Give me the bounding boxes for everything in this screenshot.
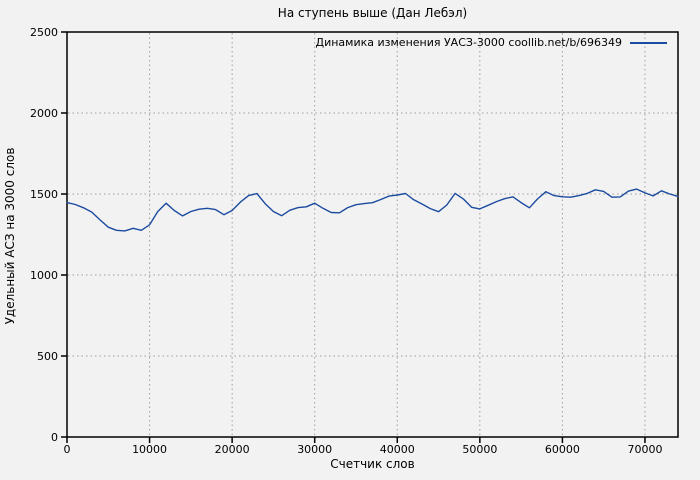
plot-canvas: Удельный АСЗ на 3000 слов 0 500 1000 1500 20…	[3, 26, 679, 456]
legend-line-sample	[630, 41, 667, 44]
y-tick-label: 1000	[30, 269, 58, 282]
x-tick-label: 10000	[132, 443, 167, 456]
x-tick-label: 50000	[462, 443, 497, 456]
chart-figure: На ступень выше (Дан Лебэл) Удельный АСЗ…	[0, 0, 700, 480]
legend: Динамика изменения УАСЗ-3000 coollib.net…	[315, 36, 667, 49]
data-line	[66, 188, 679, 232]
y-tick-label: 0	[51, 431, 58, 444]
x-tick-label: 70000	[627, 443, 662, 456]
legend-label: Динамика изменения УАСЗ-3000 coollib.net…	[315, 36, 623, 49]
x-tick-label: 40000	[380, 443, 415, 456]
y-axis-label: Удельный АСЗ на 3000 слов	[3, 148, 17, 325]
x-tick-label: 0	[64, 443, 71, 456]
x-tick-label: 30000	[297, 443, 332, 456]
plot-border	[66, 31, 679, 438]
y-tick-label: 2000	[30, 107, 58, 120]
x-axis-label: Счетчик слов	[330, 457, 415, 471]
y-tick-label: 1500	[30, 188, 58, 201]
x-tick-label: 60000	[545, 443, 580, 456]
y-tick-label: 2500	[30, 26, 58, 39]
y-tick-label: 500	[37, 350, 58, 363]
x-tick-label: 20000	[215, 443, 250, 456]
